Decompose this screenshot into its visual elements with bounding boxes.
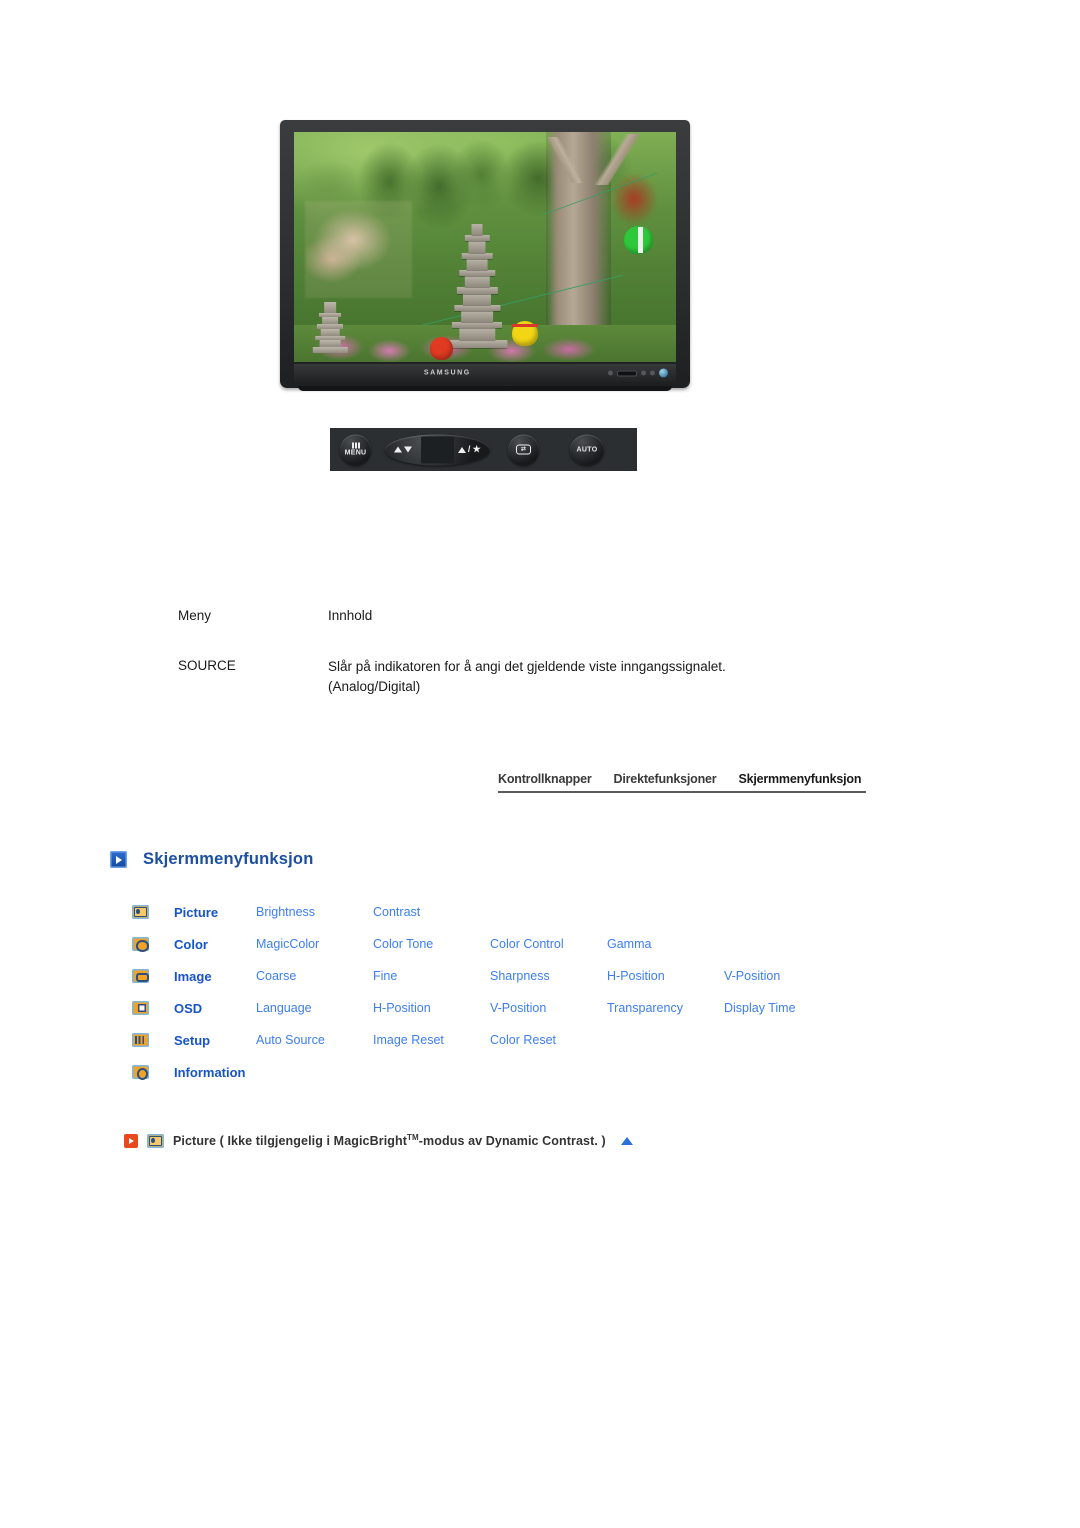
osd-category-picture[interactable]: Picture: [174, 905, 256, 920]
page-title: Skjermmenyfunksjon: [143, 850, 314, 868]
image-icon: [132, 969, 149, 983]
table-header-row: Meny Innhold: [178, 608, 938, 623]
osd-item-color-tone[interactable]: Color Tone: [373, 937, 490, 951]
osd-item-brightness[interactable]: Brightness: [256, 905, 373, 919]
tab-bar: Kontrollknapper Direktefunksjoner Skjerm…: [498, 772, 866, 793]
lantern-red: [429, 336, 453, 360]
osd-item-h-position[interactable]: H-Position: [607, 969, 724, 983]
samsung-logo: SAMSUNG: [423, 369, 471, 377]
enter-button[interactable]: ⇄: [508, 434, 539, 465]
control-dot[interactable]: [608, 370, 613, 376]
picture-note-text: Picture ( Ikke tilgjengelig i MagicBrigh…: [173, 1133, 606, 1148]
row-content-line2: (Analog/Digital): [328, 679, 421, 695]
osd-menu-table: Picture Brightness Contrast Color MagicC…: [132, 896, 942, 1088]
adjust-pill-buttons[interactable]: / ★: [385, 434, 490, 465]
osd-item-gamma[interactable]: Gamma: [607, 937, 724, 951]
enter-icon: ⇄: [516, 444, 531, 455]
blue-up-triangle-icon[interactable]: [620, 1136, 633, 1145]
section-heading: Skjermmenyfunksjon: [110, 850, 314, 869]
tab-underline: [498, 791, 866, 793]
osd-item-contrast[interactable]: Contrast: [373, 905, 490, 919]
picture-icon: [132, 905, 149, 919]
tab-kontrollknapper[interactable]: Kontrollknapper: [498, 772, 592, 786]
menu-bars-icon: [351, 442, 360, 449]
menu-button[interactable]: MENU: [340, 434, 371, 465]
osd-row-image: Image Coarse Fine Sharpness H-Position V…: [132, 960, 942, 992]
row-content: Slår på indikatoren for å angi det gjeld…: [328, 657, 938, 698]
control-dot[interactable]: [650, 370, 655, 376]
table-row: SOURCE Slår på indikatoren for å angi de…: [178, 657, 938, 698]
trademark-symbol: TM: [407, 1133, 419, 1142]
osd-row-setup: Setup Auto Source Image Reset Color Rese…: [132, 1024, 942, 1056]
monitor-base: [298, 386, 672, 391]
osd-item-h-position[interactable]: H-Position: [373, 1001, 490, 1015]
control-rocker[interactable]: [617, 370, 637, 376]
row-menu-label: SOURCE: [178, 658, 236, 673]
osd-category-osd[interactable]: OSD: [174, 1001, 256, 1016]
osd-row-information: Information: [132, 1056, 942, 1088]
osd-item-language[interactable]: Language: [256, 1001, 373, 1015]
picture-note: Picture ( Ikke tilgjengelig i MagicBrigh…: [124, 1133, 633, 1148]
osd-category-information[interactable]: Information: [174, 1065, 256, 1080]
osd-item-coarse[interactable]: Coarse: [256, 969, 373, 983]
lantern-yellow: [511, 320, 539, 346]
tab-skjermmenyfunksjon[interactable]: Skjermmenyfunksjon: [738, 772, 861, 786]
osd-icon: [132, 1001, 149, 1015]
monitor-image: SAMSUNG: [280, 120, 690, 391]
osd-category-image[interactable]: Image: [174, 969, 256, 984]
osd-category-setup[interactable]: Setup: [174, 1033, 256, 1048]
brightness-icon[interactable]: / ★: [457, 445, 481, 454]
column-header-content: Innhold: [328, 608, 373, 623]
auto-button[interactable]: AUTO: [570, 434, 604, 465]
screen-photo-garden: [294, 132, 676, 362]
osd-row-osd: OSD Language H-Position V-Position Trans…: [132, 992, 942, 1024]
blue-play-arrow-icon: [110, 851, 127, 868]
control-dot[interactable]: [641, 370, 646, 376]
monitor-screen: [294, 132, 676, 362]
monitor-bezel: SAMSUNG: [280, 120, 690, 391]
lantern-green: [624, 226, 654, 254]
osd-item-color-reset[interactable]: Color Reset: [490, 1033, 607, 1047]
osd-row-color: Color MagicColor Color Tone Color Contro…: [132, 928, 942, 960]
power-button[interactable]: [659, 368, 668, 378]
information-icon: [132, 1065, 149, 1081]
pagoda-small: [313, 302, 348, 353]
auto-button-label: AUTO: [576, 446, 598, 453]
osd-item-v-position[interactable]: V-Position: [724, 969, 841, 983]
osd-row-picture: Picture Brightness Contrast: [132, 896, 942, 928]
adjust-down-icon[interactable]: [394, 446, 412, 453]
osd-item-v-position[interactable]: V-Position: [490, 1001, 607, 1015]
setup-icon: [132, 1033, 149, 1047]
osd-item-display-time[interactable]: Display Time: [724, 1001, 841, 1015]
osd-item-auto-source[interactable]: Auto Source: [256, 1033, 373, 1047]
osd-item-sharpness[interactable]: Sharpness: [490, 969, 607, 983]
tab-direktefunksjoner[interactable]: Direktefunksjoner: [614, 772, 717, 786]
osd-item-image-reset[interactable]: Image Reset: [373, 1033, 490, 1047]
osd-item-fine[interactable]: Fine: [373, 969, 490, 983]
note-text-before-tm: Picture ( Ikke tilgjengelig i MagicBrigh…: [173, 1134, 408, 1149]
osd-item-transparency[interactable]: Transparency: [607, 1001, 724, 1015]
osd-category-color[interactable]: Color: [174, 937, 256, 952]
picture-icon: [147, 1133, 164, 1148]
red-play-arrow-icon: [124, 1133, 138, 1148]
menu-content-table: Meny Innhold SOURCE Slår på indikatoren …: [178, 608, 938, 698]
monitor-side-controls: [608, 368, 668, 378]
note-text-after-tm: -modus av Dynamic Contrast. ): [418, 1134, 606, 1149]
control-button-strip: MENU / ★ ⇄ AUTO: [330, 428, 637, 471]
pagoda-large: [446, 224, 508, 349]
column-header-menu: Meny: [178, 608, 212, 623]
monitor-chin: SAMSUNG: [294, 364, 676, 382]
osd-item-color-control[interactable]: Color Control: [490, 937, 607, 951]
menu-button-label: MENU: [344, 449, 367, 457]
row-content-line1: Slår på indikatoren for å angi det gjeld…: [328, 659, 726, 674]
color-icon: [132, 937, 150, 952]
osd-item-magiccolor[interactable]: MagicColor: [256, 937, 373, 951]
